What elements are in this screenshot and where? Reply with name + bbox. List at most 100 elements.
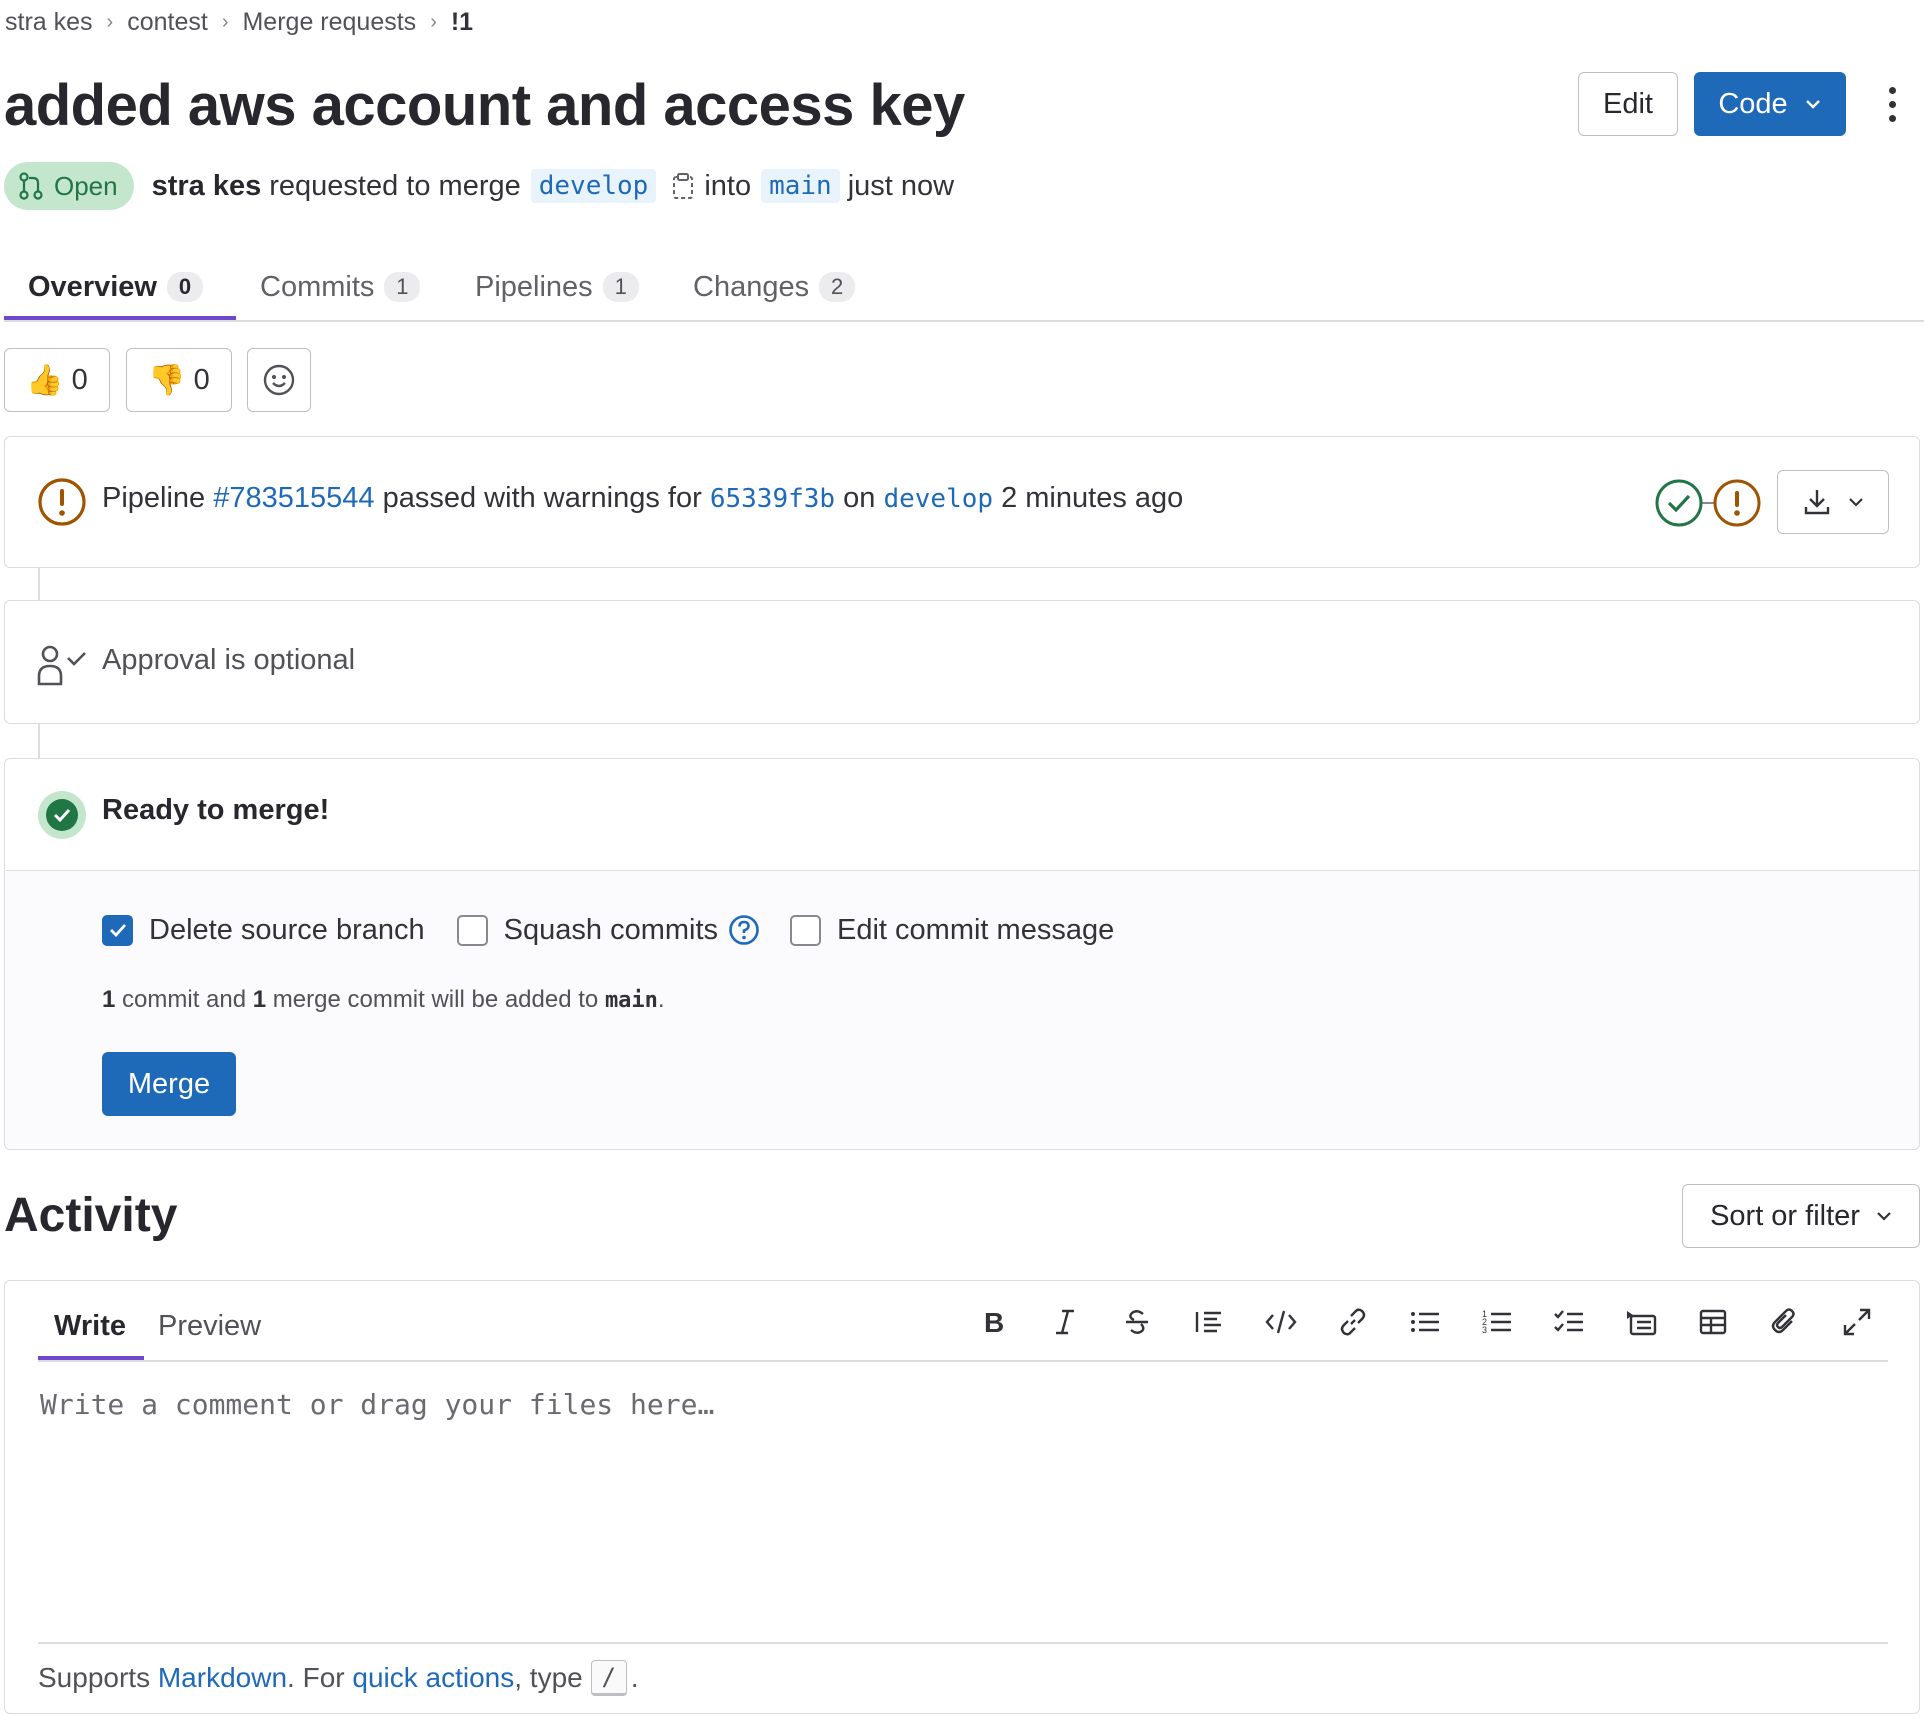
editor-tabs: Write Preview xyxy=(38,1292,277,1360)
edit-commit-message-label[interactable]: Edit commit message xyxy=(837,914,1114,947)
add-reaction-button[interactable] xyxy=(247,348,311,412)
merge-commit-summary: 1 commit and 1 merge commit will be adde… xyxy=(102,986,665,1014)
editor-footer: Supports Markdown. For quick actions, ty… xyxy=(38,1660,639,1696)
code-button-label: Code xyxy=(1718,87,1788,120)
tab-commits[interactable]: Commits 1 xyxy=(260,252,421,322)
pipeline-id-link[interactable]: #783515544 xyxy=(213,482,374,514)
thumbs-down-button[interactable]: 👎 0 xyxy=(126,348,232,412)
active-tab-indicator xyxy=(4,316,236,320)
quick-actions-link[interactable]: quick actions xyxy=(352,1662,514,1694)
help-question-icon[interactable] xyxy=(728,914,760,946)
pipeline-time: 2 minutes ago xyxy=(1001,482,1184,514)
merge-commit-count: 1 xyxy=(252,986,267,1013)
blockquote-icon[interactable] xyxy=(1186,1299,1232,1345)
warning-status-icon xyxy=(38,478,86,526)
squash-commits-label[interactable]: Squash commits xyxy=(504,914,718,947)
code-icon[interactable] xyxy=(1258,1299,1304,1345)
download-artifacts-dropdown[interactable] xyxy=(1777,470,1889,534)
bold-icon[interactable]: B xyxy=(970,1299,1016,1345)
tab-count: 1 xyxy=(384,272,421,302)
chevron-right-icon: › xyxy=(430,11,437,33)
fullscreen-expand-icon[interactable] xyxy=(1834,1299,1880,1345)
breadcrumb-item-project[interactable]: contest xyxy=(127,8,208,37)
merge-target-branch: main xyxy=(604,988,658,1013)
tab-label: Pipelines xyxy=(475,270,593,303)
footer-end: . xyxy=(630,1662,639,1693)
merge-button[interactable]: Merge xyxy=(102,1052,236,1116)
bullet-list-icon[interactable] xyxy=(1402,1299,1448,1345)
table-icon[interactable] xyxy=(1690,1299,1736,1345)
page-title: added aws account and access key xyxy=(4,73,965,138)
target-branch[interactable]: main xyxy=(761,169,840,203)
mr-tabs: Overview 0 Commits 1 Pipelines 1 Changes… xyxy=(4,252,1924,322)
tab-preview[interactable]: Preview xyxy=(142,1292,277,1360)
pipeline-branch-link[interactable]: develop xyxy=(883,484,993,514)
numbered-list-icon[interactable]: 123 xyxy=(1474,1299,1520,1345)
task-list-icon[interactable] xyxy=(1546,1299,1592,1345)
created-time: just now xyxy=(847,169,955,202)
tab-overview[interactable]: Overview 0 xyxy=(28,252,203,322)
thumbs-up-button[interactable]: 👍 0 xyxy=(4,348,110,412)
edit-button[interactable]: Edit xyxy=(1578,72,1678,136)
breadcrumb-item-user[interactable]: stra kes xyxy=(5,8,93,37)
approval-user-check-icon xyxy=(37,645,86,686)
pipeline-stages-mini-graph xyxy=(1655,479,1761,527)
collapsible-section-icon[interactable] xyxy=(1618,1299,1664,1345)
edit-commit-message-checkbox[interactable] xyxy=(790,914,822,946)
tab-label: Overview xyxy=(28,270,157,303)
code-dropdown-button[interactable]: Code xyxy=(1694,72,1846,136)
source-branch[interactable]: develop xyxy=(530,169,657,203)
commit-sha-link[interactable]: 65339f3b xyxy=(710,484,835,514)
squash-commits-checkbox[interactable] xyxy=(456,914,488,946)
sort-or-filter-dropdown[interactable]: Sort or filter xyxy=(1682,1184,1920,1248)
sort-filter-label: Sort or filter xyxy=(1710,1199,1860,1232)
svg-text:3: 3 xyxy=(1482,1325,1487,1335)
tab-write[interactable]: Write xyxy=(38,1292,142,1360)
footer-middle: . For xyxy=(287,1662,345,1693)
pipeline-status-text: Pipeline #783515544 passed with warnings… xyxy=(102,482,1183,515)
chevron-right-icon: › xyxy=(106,11,114,33)
summary-period: . xyxy=(657,986,665,1013)
link-icon[interactable] xyxy=(1330,1299,1376,1345)
thumbs-up-icon: 👍 xyxy=(26,363,64,397)
smiley-icon xyxy=(263,364,295,396)
pipeline-prefix: Pipeline xyxy=(102,482,206,514)
author-name[interactable]: stra kes xyxy=(152,170,262,203)
status-badge: Open xyxy=(4,162,134,210)
breadcrumb-item-merge-requests[interactable]: Merge requests xyxy=(242,8,416,37)
tab-changes[interactable]: Changes 2 xyxy=(693,252,856,322)
mr-meta-row: Open stra kes requested to merge develop… xyxy=(4,162,954,210)
status-badge-label: Open xyxy=(54,170,118,201)
ready-to-merge-text: Ready to merge! xyxy=(102,794,330,826)
chevron-down-icon xyxy=(1877,1212,1891,1221)
widget-connector xyxy=(38,724,40,758)
markdown-help-link[interactable]: Markdown xyxy=(158,1662,287,1694)
tab-label: Changes xyxy=(693,270,810,303)
slash-key: / xyxy=(590,1660,627,1696)
delete-source-branch-label[interactable]: Delete source branch xyxy=(149,914,425,947)
breadcrumb: stra kes › contest › Merge requests › !1 xyxy=(5,8,473,37)
tab-pipelines[interactable]: Pipelines 1 xyxy=(475,252,639,322)
copy-branch-icon[interactable] xyxy=(672,172,694,200)
editor-footer-divider xyxy=(38,1642,1888,1644)
strikethrough-icon[interactable] xyxy=(1114,1299,1160,1345)
comment-textarea[interactable]: Write a comment or drag your files here… xyxy=(40,1388,714,1421)
stage-passed-icon xyxy=(1655,479,1703,527)
breadcrumb-item-current[interactable]: !1 xyxy=(451,8,473,37)
activity-heading: Activity xyxy=(4,1189,178,1242)
italic-icon[interactable] xyxy=(1042,1299,1088,1345)
more-actions-kebab-icon[interactable] xyxy=(1880,80,1904,128)
requested-text: requested to merge xyxy=(269,169,521,202)
download-icon xyxy=(1804,490,1830,515)
tab-label: Commits xyxy=(260,270,375,303)
tab-count: 1 xyxy=(602,272,639,302)
attachment-paperclip-icon[interactable] xyxy=(1762,1299,1808,1345)
commit-text: commit and xyxy=(122,986,247,1013)
approval-text: Approval is optional xyxy=(102,644,356,676)
svg-text:B: B xyxy=(984,1307,1004,1337)
delete-source-branch-checkbox[interactable] xyxy=(102,914,133,946)
widget-connector xyxy=(38,568,40,600)
chevron-right-icon: › xyxy=(221,11,229,33)
merge-options: Delete source branch Squash commits Edit… xyxy=(102,908,1114,952)
markdown-toolbar: B 123 xyxy=(970,1296,1880,1348)
